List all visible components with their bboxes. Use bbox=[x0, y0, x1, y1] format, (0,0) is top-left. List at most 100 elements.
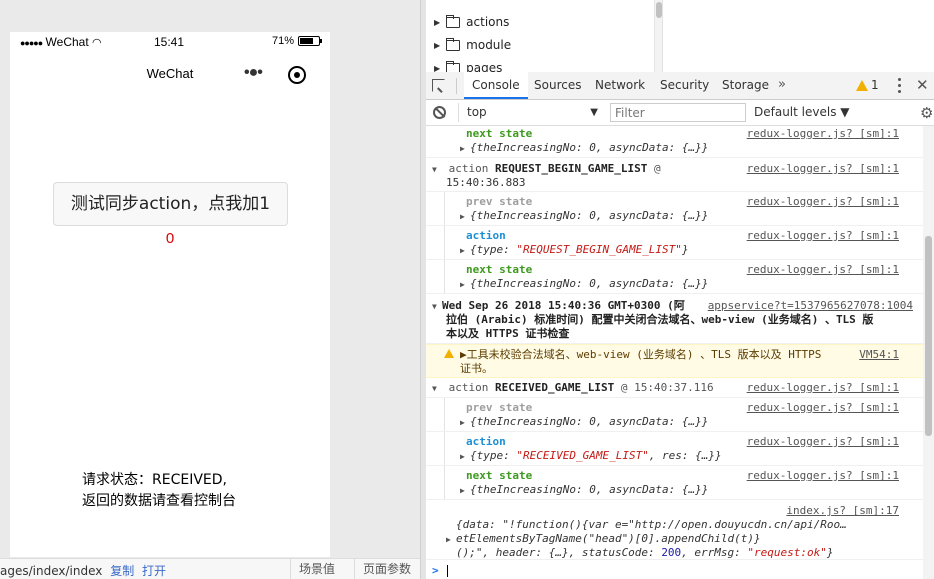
page-params-tab[interactable]: 页面参数 bbox=[354, 559, 419, 579]
signal-bars-icon: ●●●●● bbox=[20, 38, 43, 48]
tab-sources[interactable]: Sources bbox=[526, 72, 589, 99]
console-filter-input[interactable] bbox=[610, 103, 746, 122]
expand-arrow-icon[interactable]: ▶ bbox=[460, 244, 470, 258]
log-row: next state redux-logger.js? [sm]:1 ▶ {the… bbox=[426, 260, 923, 294]
log-source-link[interactable]: index.js? [sm]:17 bbox=[786, 504, 899, 518]
tab-storage[interactable]: Storage bbox=[714, 72, 777, 99]
status-code-value: 200 bbox=[661, 546, 682, 559]
request-status-line: 请求状态：RECEIVED, bbox=[82, 472, 227, 488]
tree-scrollbar[interactable] bbox=[654, 0, 662, 72]
kebab-menu-icon[interactable] bbox=[898, 78, 902, 94]
log-object[interactable]: ▶ {theIncreasingNo: 0, asyncData: {…}} bbox=[460, 277, 708, 292]
log-source-link[interactable]: redux-logger.js? [sm]:1 bbox=[747, 263, 899, 277]
log-object[interactable]: ▶ {type: "RECEIVED_GAME_LIST", res: {…}} bbox=[460, 449, 722, 464]
close-devtools-icon[interactable]: ✕ bbox=[916, 76, 929, 94]
log-group-title: ▼ action RECEIVED_GAME_LIST @ 15:40:37.1… bbox=[432, 381, 714, 396]
log-object-text: } bbox=[826, 546, 834, 559]
log-object[interactable]: ▶ etElementsByTagName("head")[0].appendCh… bbox=[446, 532, 761, 547]
context-selector[interactable]: top ▼ bbox=[458, 103, 600, 122]
log-row: next state redux-logger.js? [sm]:1 ▶ {the… bbox=[426, 126, 923, 158]
log-source-link[interactable]: redux-logger.js? [sm]:1 bbox=[747, 381, 899, 395]
log-group-header[interactable]: ▼ action REQUEST_BEGIN_GAME_LIST @ 15:40… bbox=[426, 158, 923, 192]
log-group-header[interactable]: ▼ Wed Sep 26 2018 15:40:36 GMT+0300 (阿 ap… bbox=[426, 294, 923, 344]
log-object[interactable]: ▶ {theIncreasingNo: 0, asyncData: {…}} bbox=[460, 209, 708, 224]
log-source-link[interactable]: VM54:1 bbox=[859, 348, 899, 362]
signal-indicator: ●●●●● WeChat ◠ bbox=[20, 35, 102, 49]
collapse-arrow-icon[interactable]: ▼ bbox=[432, 382, 442, 396]
console-prompt[interactable]: > bbox=[432, 564, 448, 578]
scene-value-tab[interactable]: 场景值 bbox=[290, 559, 343, 579]
log-object[interactable]: ▶ {type: "REQUEST_BEGIN_GAME_LIST"} bbox=[460, 243, 689, 258]
log-action-word: action bbox=[448, 162, 489, 175]
status-bar: ●●●●● WeChat ◠ 15:41 71% bbox=[10, 32, 330, 52]
collapse-arrow-icon[interactable]: ▼ bbox=[432, 300, 442, 314]
log-source-link[interactable]: redux-logger.js? [sm]:1 bbox=[747, 162, 899, 176]
log-object-text: {theIncreasingNo: 0, asyncData: {…}} bbox=[470, 277, 709, 290]
collapse-arrow-icon[interactable]: ▼ bbox=[432, 163, 442, 177]
folder-icon bbox=[446, 14, 461, 28]
log-source-link[interactable]: redux-logger.js? [sm]:1 bbox=[747, 469, 899, 483]
tab-security[interactable]: Security bbox=[652, 72, 717, 99]
log-object[interactable]: ▶ {theIncreasingNo: 0, asyncData: {…}} bbox=[460, 483, 708, 498]
console-output: next state redux-logger.js? [sm]:1 ▶ {the… bbox=[426, 126, 923, 579]
warning-counter[interactable]: 1 bbox=[856, 78, 879, 92]
copy-path-link[interactable]: 复制 bbox=[110, 564, 134, 578]
log-object-line: {data: "!function(){var e="http://open.d… bbox=[456, 518, 847, 531]
tab-console[interactable]: Console bbox=[464, 72, 528, 99]
expand-arrow-icon[interactable]: ▶ bbox=[460, 142, 470, 156]
tree-item-module[interactable]: ▶ module bbox=[434, 37, 511, 52]
expand-arrow-icon[interactable]: ▶ bbox=[446, 533, 456, 547]
status-time: 15:41 bbox=[154, 35, 185, 49]
log-row: action redux-logger.js? [sm]:1 ▶ {type: "… bbox=[426, 226, 923, 260]
warning-text[interactable]: ▶工具未校验合法域名、web-view (业务域名) 、TLS 版本以及 HTT… bbox=[460, 348, 821, 362]
log-object[interactable]: ▶ {theIncreasingNo: 0, asyncData: {…}} bbox=[460, 141, 708, 156]
tree-item-pages[interactable]: ▶ pages bbox=[434, 60, 502, 73]
more-options-icon[interactable]: •●• bbox=[244, 64, 263, 82]
log-levels-dropdown[interactable]: Default levels ▼ bbox=[754, 105, 850, 119]
devtools-tabbar: Console Sources Network Security Storage… bbox=[426, 72, 934, 100]
expand-arrow-icon[interactable]: ▶ bbox=[434, 41, 440, 50]
log-source-link[interactable]: redux-logger.js? [sm]:1 bbox=[747, 229, 899, 243]
tree-item-actions[interactable]: ▶ actions bbox=[434, 14, 509, 29]
expand-arrow-icon[interactable]: ▶ bbox=[460, 416, 470, 430]
log-at: @ bbox=[653, 162, 661, 175]
tab-network[interactable]: Network bbox=[587, 72, 653, 99]
log-warning-row: ▶工具未校验合法域名、web-view (业务域名) 、TLS 版本以及 HTT… bbox=[426, 344, 923, 378]
log-source-link[interactable]: redux-logger.js? [sm]:1 bbox=[747, 195, 899, 209]
tree-divider bbox=[662, 0, 663, 72]
log-row: next state redux-logger.js? [sm]:1 ▶ {the… bbox=[426, 466, 923, 500]
log-source-link[interactable]: appservice?t=1537965627078:1004 bbox=[708, 299, 913, 313]
expand-arrow-icon[interactable]: ▶ bbox=[460, 210, 470, 224]
log-group-header[interactable]: ▼ action RECEIVED_GAME_LIST @ 15:40:37.1… bbox=[426, 378, 923, 398]
expand-arrow-icon[interactable]: ▶ bbox=[434, 18, 440, 27]
log-object-end: , res: {…}} bbox=[648, 449, 722, 462]
log-label: prev state bbox=[466, 401, 533, 414]
page-title: WeChat bbox=[146, 66, 194, 81]
expand-arrow-icon[interactable]: ▶ bbox=[460, 484, 470, 498]
log-source-link[interactable]: redux-logger.js? [sm]:1 bbox=[747, 435, 899, 449]
log-object-text: {theIncreasingNo: 0, asyncData: {…}} bbox=[470, 483, 709, 496]
warning-icon bbox=[856, 79, 868, 91]
log-object-key: {type: bbox=[470, 243, 517, 256]
open-path-link[interactable]: 打开 bbox=[142, 564, 166, 578]
log-source-link[interactable]: redux-logger.js? [sm]:1 bbox=[747, 401, 899, 415]
expand-arrow-icon[interactable]: ▶ bbox=[460, 278, 470, 292]
console-scrollbar[interactable] bbox=[923, 126, 934, 579]
clear-console-icon[interactable] bbox=[433, 106, 446, 119]
console-input-caret bbox=[446, 565, 448, 577]
battery-fill bbox=[300, 38, 313, 44]
log-object-text: {theIncreasingNo: 0, asyncData: {…}} bbox=[470, 415, 709, 428]
log-object[interactable]: ▶ {theIncreasingNo: 0, asyncData: {…}} bbox=[460, 415, 708, 430]
inspect-element-icon[interactable] bbox=[432, 79, 445, 92]
simulator-panel: ●●●●● WeChat ◠ 15:41 71% WeChat •●• 测试同步… bbox=[0, 0, 420, 579]
gear-icon[interactable]: ⚙ bbox=[920, 104, 933, 122]
expand-arrow-icon[interactable]: ▶ bbox=[460, 450, 470, 464]
expand-arrow-icon[interactable]: ▶ bbox=[434, 64, 440, 73]
log-action-name: REQUEST_BEGIN_GAME_LIST bbox=[495, 162, 648, 175]
more-tabs-button[interactable]: » bbox=[778, 77, 786, 92]
sync-action-button[interactable]: 测试同步action，点我加1 bbox=[53, 182, 288, 226]
log-source-link[interactable]: redux-logger.js? [sm]:1 bbox=[747, 127, 899, 141]
console-scrollbar-thumb[interactable] bbox=[925, 236, 932, 436]
simulator-footer: ages/index/index 复制 打开 场景值 页面参数 bbox=[0, 558, 420, 579]
close-capsule-icon[interactable] bbox=[288, 66, 306, 84]
